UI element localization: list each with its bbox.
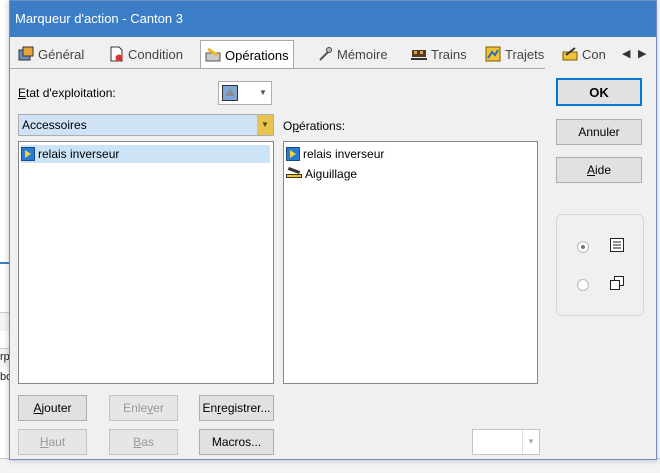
move-down-button[interactable]: Bas <box>109 429 178 455</box>
list-item[interactable]: relais inverseur <box>286 145 388 163</box>
tab-label: Opérations <box>225 47 289 63</box>
save-button[interactable]: En r egistrer... <box>199 395 274 421</box>
view-mode-group <box>556 214 644 316</box>
tab-memory[interactable]: Mémoire <box>313 42 392 66</box>
background-bottom-strip <box>0 458 660 473</box>
remove-button[interactable]: Enle v er <box>109 395 178 421</box>
relay-icon <box>21 147 35 161</box>
list-view-icon <box>609 237 625 258</box>
chevron-down-icon[interactable]: ▼ <box>255 82 271 104</box>
help-button[interactable]: Aide <box>556 157 642 183</box>
tab-operations[interactable]: Opérations <box>200 40 294 69</box>
list-item-label: relais inverseur <box>38 147 120 161</box>
view-copy-radio[interactable] <box>577 279 589 291</box>
tab-label: Con <box>582 46 606 62</box>
operations-list[interactable]: relais inverseur Aiguillage <box>283 141 538 384</box>
move-up-button[interactable]: Haut <box>18 429 87 455</box>
list-item-label: Aiguillage <box>305 167 358 181</box>
view-list-radio[interactable] <box>577 241 589 253</box>
cancel-button[interactable]: Annuler <box>556 119 642 145</box>
status-swatch-icon <box>222 85 238 101</box>
copy-view-icon <box>609 275 625 296</box>
macros-button[interactable]: Macros... <box>199 429 274 455</box>
chevron-down-icon[interactable]: ▼ <box>522 430 539 454</box>
tab-label: Général <box>38 46 85 62</box>
general-icon <box>18 46 34 62</box>
tab-con[interactable]: Con <box>558 42 610 66</box>
routes-icon <box>485 46 501 62</box>
status-label: Etat d'exploitation: <box>18 86 116 100</box>
add-button[interactable]: Ajouter <box>18 395 87 421</box>
accessories-list[interactable]: relais inverseur <box>18 141 274 384</box>
status-selector[interactable]: ▼ <box>218 81 272 105</box>
memory-icon <box>317 46 333 62</box>
tab-scroll-right-icon[interactable]: ▶ <box>638 47 646 60</box>
tab-general[interactable]: Général <box>14 42 88 66</box>
tab-scroll-left-icon[interactable]: ◀ <box>622 47 630 60</box>
tab-condition[interactable]: Condition <box>104 42 187 66</box>
list-item-label: relais inverseur <box>303 147 385 161</box>
tab-strip: Général Condition Opérations Mémoire Tra… <box>10 40 656 69</box>
action-marker-dialog: Marqueur d'action - Canton 3 Général Con… <box>9 0 657 460</box>
tab-trains[interactable]: Trains <box>407 42 471 66</box>
category-combo-value: Accessoires <box>22 118 87 132</box>
operations-icon <box>205 47 221 63</box>
list-item[interactable]: Aiguillage <box>286 165 361 183</box>
relay-icon <box>286 147 300 161</box>
window-title: Marqueur d'action - Canton 3 <box>15 11 183 26</box>
tab-label: Condition <box>128 46 183 62</box>
tab-label: Mémoire <box>337 46 388 62</box>
condition-icon <box>108 46 124 62</box>
tab-label: Trains <box>431 46 467 62</box>
category-combo[interactable]: Accessoires ▼ <box>18 114 274 136</box>
bottom-combo[interactable]: ▼ <box>472 429 540 455</box>
switch-icon <box>286 168 302 180</box>
tab-routes[interactable]: Trajets <box>481 42 548 66</box>
list-item[interactable]: relais inverseur <box>21 145 270 163</box>
tab-label: Trajets <box>505 46 545 62</box>
con-icon <box>562 46 578 62</box>
ok-button[interactable]: OK <box>556 78 642 106</box>
chevron-down-icon[interactable]: ▼ <box>257 115 273 135</box>
operations-label: Opérations: <box>283 119 346 133</box>
title-bar[interactable]: Marqueur d'action - Canton 3 <box>10 1 656 37</box>
trains-icon <box>411 46 427 62</box>
